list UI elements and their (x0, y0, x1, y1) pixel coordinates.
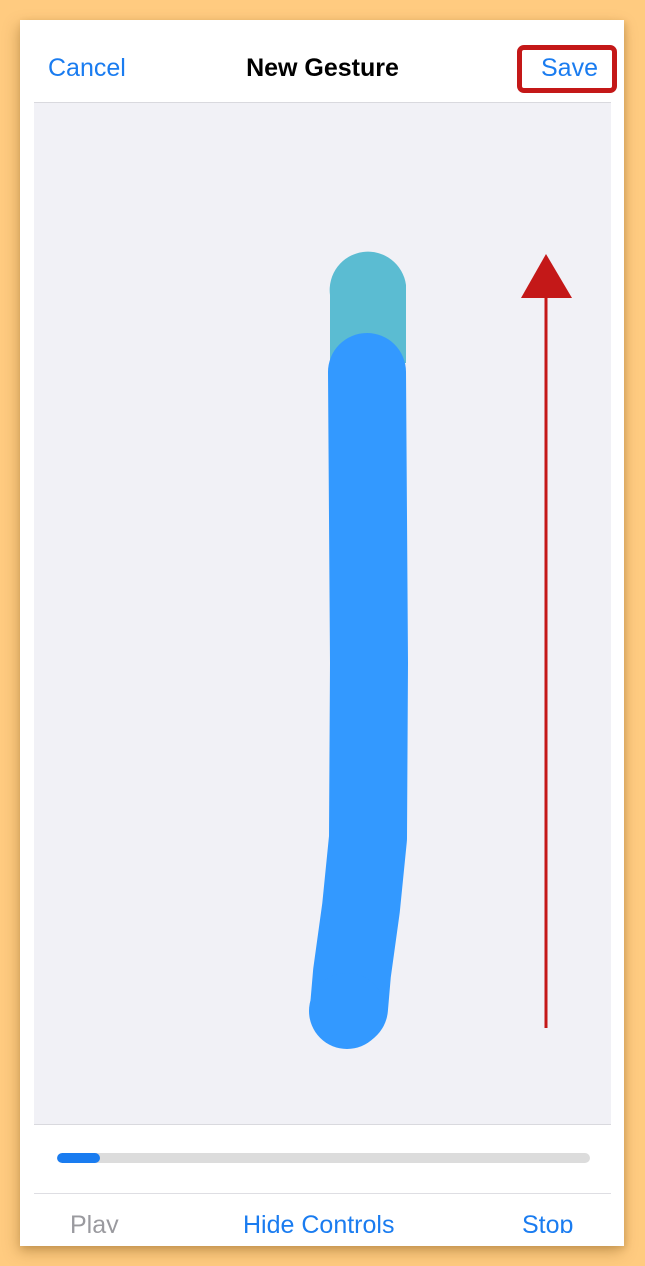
gesture-end-point (309, 973, 385, 1049)
save-highlight-annotation (517, 45, 617, 93)
gesture-drawing-canvas[interactable] (34, 103, 611, 1124)
gesture-stroke (310, 333, 408, 1047)
stop-button[interactable]: Stop (522, 1211, 573, 1233)
play-button[interactable]: Play (70, 1211, 119, 1233)
playback-progress-fill (57, 1153, 100, 1163)
controls-divider (34, 1193, 611, 1194)
gesture-drawing (309, 251, 572, 1049)
arrow-up-icon (521, 254, 572, 298)
playback-progress-bar[interactable] (57, 1153, 590, 1163)
hide-controls-button[interactable]: Hide Controls (243, 1211, 394, 1233)
playback-controls: Play Hide Controls Stop (34, 1124, 611, 1233)
gesture-editor-screen: Cancel New Gesture Save Play Hide Contro… (34, 32, 611, 1233)
